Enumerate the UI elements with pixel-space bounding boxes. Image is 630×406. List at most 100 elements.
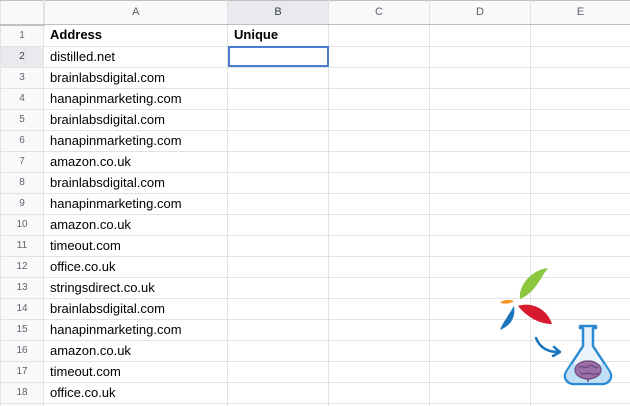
column-header-c[interactable]: C — [328, 0, 430, 25]
row-header[interactable]: 18 — [0, 381, 44, 404]
column-header-d[interactable]: D — [429, 0, 531, 25]
cell-a[interactable]: office.co.uk — [43, 255, 228, 278]
cell-c[interactable] — [328, 171, 430, 194]
cell-e[interactable] — [530, 24, 630, 47]
cell-b[interactable] — [227, 255, 329, 278]
cell-b[interactable] — [227, 129, 329, 152]
cell-a[interactable]: amazon.co.uk — [43, 213, 228, 236]
cell-c[interactable] — [328, 45, 430, 68]
cell-a[interactable]: timeout.com — [43, 234, 228, 257]
selected-cell-b2[interactable] — [227, 45, 329, 68]
cell-d[interactable] — [429, 24, 531, 47]
cell-a[interactable]: brainlabsdigital.com — [43, 171, 228, 194]
cell-b[interactable]: Unique — [227, 24, 329, 47]
cell-b[interactable] — [227, 192, 329, 215]
cell-e[interactable] — [530, 234, 630, 257]
row-header[interactable]: 10 — [0, 213, 44, 236]
cell-c[interactable] — [328, 255, 430, 278]
cell-e[interactable] — [530, 129, 630, 152]
cell-a[interactable]: hanapinmarketing.com — [43, 87, 228, 110]
row-header[interactable]: 16 — [0, 339, 44, 362]
row-header[interactable]: 8 — [0, 171, 44, 194]
cell-b[interactable] — [227, 276, 329, 299]
cell-e[interactable] — [530, 150, 630, 173]
cell-c[interactable] — [328, 318, 430, 341]
row-header[interactable]: 9 — [0, 192, 44, 215]
cell-d[interactable] — [429, 213, 531, 236]
cell-d[interactable] — [429, 108, 531, 131]
row-header[interactable]: 4 — [0, 87, 44, 110]
row-header[interactable]: 3 — [0, 66, 44, 89]
cell-c[interactable] — [328, 360, 430, 383]
column-header-a[interactable]: A — [43, 0, 228, 25]
cell-d[interactable] — [429, 234, 531, 257]
cell-b[interactable] — [227, 318, 329, 341]
cell-b[interactable] — [227, 381, 329, 404]
cell-c[interactable] — [328, 24, 430, 47]
cell-c[interactable] — [328, 297, 430, 320]
cell-d[interactable] — [429, 150, 531, 173]
cell-e[interactable] — [530, 66, 630, 89]
cell-c[interactable] — [328, 129, 430, 152]
cell-a[interactable]: distilled.net — [43, 45, 228, 68]
cell-e[interactable] — [530, 45, 630, 68]
row-header[interactable]: 5 — [0, 108, 44, 131]
cell-a[interactable]: office.co.uk — [43, 381, 228, 404]
cell-c[interactable] — [328, 234, 430, 257]
row-header[interactable]: 11 — [0, 234, 44, 257]
cell-a[interactable]: timeout.com — [43, 360, 228, 383]
cell-a[interactable]: hanapinmarketing.com — [43, 129, 228, 152]
cell-c[interactable] — [328, 150, 430, 173]
cell-d[interactable] — [429, 66, 531, 89]
cell-c[interactable] — [328, 66, 430, 89]
cell-e[interactable] — [530, 108, 630, 131]
cell-c[interactable] — [328, 276, 430, 299]
row-header[interactable]: 2 — [0, 45, 44, 68]
cell-b[interactable] — [227, 234, 329, 257]
cell-c[interactable] — [328, 339, 430, 362]
cell-c[interactable] — [328, 381, 430, 404]
cell-a[interactable]: hanapinmarketing.com — [43, 318, 228, 341]
cell-d[interactable] — [429, 171, 531, 194]
cell-d[interactable] — [429, 129, 531, 152]
row-header[interactable]: 13 — [0, 276, 44, 299]
cell-a[interactable]: stringsdirect.co.uk — [43, 276, 228, 299]
column-header-e[interactable]: E — [530, 0, 630, 25]
row-header[interactable]: 1 — [0, 24, 44, 47]
row-header[interactable]: 6 — [0, 129, 44, 152]
cell-d[interactable] — [429, 192, 531, 215]
cell-b[interactable] — [227, 66, 329, 89]
cell-a[interactable]: amazon.co.uk — [43, 150, 228, 173]
cell-d[interactable] — [429, 87, 531, 110]
cell-e[interactable] — [530, 192, 630, 215]
cell-a[interactable]: hanapinmarketing.com — [43, 192, 228, 215]
cell-e[interactable] — [530, 171, 630, 194]
cell-c[interactable] — [328, 87, 430, 110]
row-header[interactable]: 14 — [0, 297, 44, 320]
cell-b[interactable] — [227, 150, 329, 173]
cell-a[interactable]: brainlabsdigital.com — [43, 297, 228, 320]
cell-e[interactable] — [530, 213, 630, 236]
cell-c[interactable] — [328, 108, 430, 131]
row-header[interactable]: 7 — [0, 150, 44, 173]
cell-b[interactable] — [227, 339, 329, 362]
row-header[interactable]: 15 — [0, 318, 44, 341]
cell-b[interactable] — [227, 171, 329, 194]
cell-a[interactable]: amazon.co.uk — [43, 339, 228, 362]
cell-b[interactable] — [227, 213, 329, 236]
cell-c[interactable] — [328, 213, 430, 236]
cell-b[interactable] — [227, 297, 329, 320]
cell-a[interactable]: brainlabsdigital.com — [43, 66, 228, 89]
cell-a[interactable]: Address — [43, 24, 228, 47]
column-header-b[interactable]: B — [227, 0, 329, 25]
select-all-corner[interactable] — [0, 0, 45, 26]
cell-e[interactable] — [530, 87, 630, 110]
cell-b[interactable] — [227, 87, 329, 110]
row-header[interactable]: 12 — [0, 255, 44, 278]
cell-a[interactable]: brainlabsdigital.com — [43, 108, 228, 131]
cell-b[interactable] — [227, 108, 329, 131]
cell-c[interactable] — [328, 192, 430, 215]
cell-d[interactable] — [429, 45, 531, 68]
row-header[interactable]: 17 — [0, 360, 44, 383]
cell-b[interactable] — [227, 360, 329, 383]
